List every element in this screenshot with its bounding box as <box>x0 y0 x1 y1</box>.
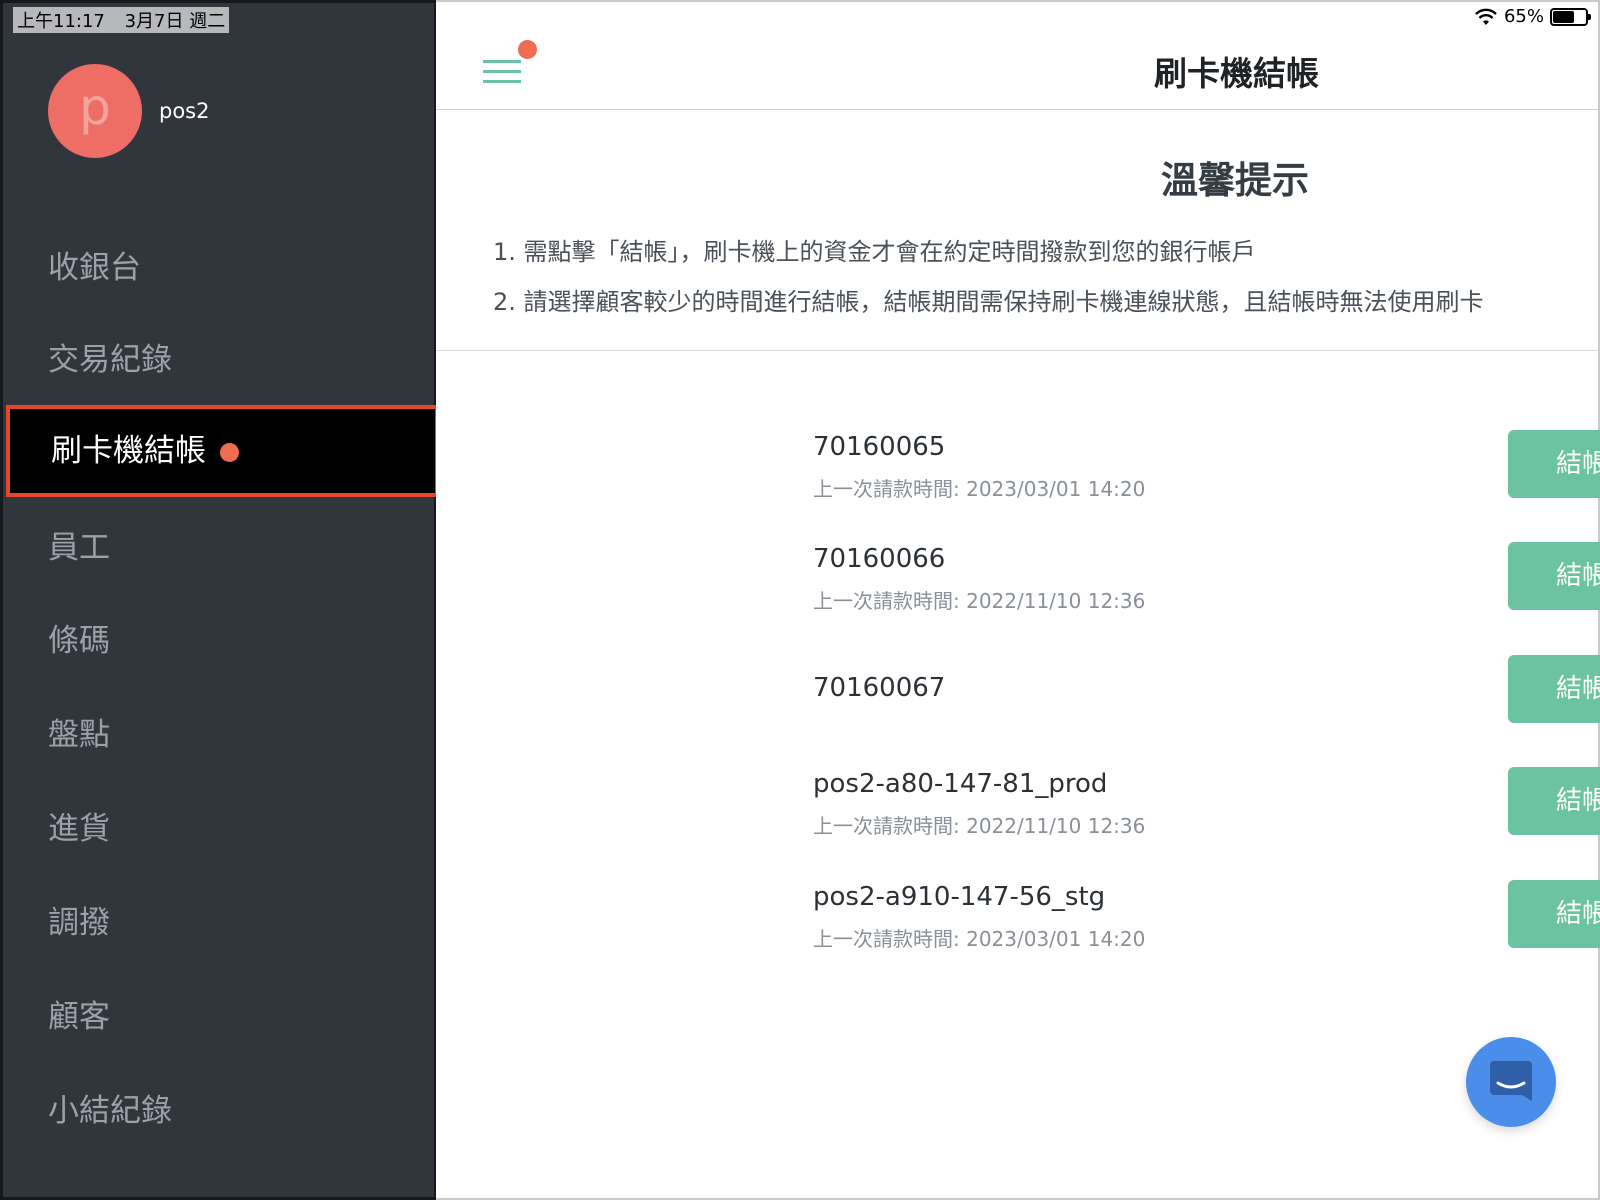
sidebar-item-label: 收銀台 <box>48 250 141 286</box>
device-last-request: 上一次請款時間: 2022/11/10 12:36 <box>813 814 1146 838</box>
notification-dot <box>220 443 239 462</box>
battery-percent: 65% <box>1503 6 1544 27</box>
device-last-request: 上一次請款時間: 2022/11/10 12:36 <box>813 589 1146 613</box>
sidebar-item-label: 進貨 <box>48 811 110 847</box>
sidebar-item-label: 盤點 <box>48 717 110 753</box>
settle-button[interactable]: 結帳 <box>1508 767 1600 835</box>
sidebar-item-inventory[interactable]: 盤點 <box>3 689 434 781</box>
chat-icon <box>1490 1061 1532 1101</box>
tips-title: 溫馨提示 <box>1161 159 1309 202</box>
status-bar-right: 65% <box>1474 6 1591 27</box>
sidebar-item-label: 顧客 <box>48 999 110 1035</box>
device-last-request: 上一次請款時間: 2023/03/01 14:20 <box>813 477 1146 501</box>
header-divider <box>436 109 1598 110</box>
sidebar-item-customers[interactable]: 顧客 <box>3 971 434 1063</box>
sidebar-item-label: 調撥 <box>48 905 110 941</box>
sidebar-item-transactions[interactable]: 交易紀錄 <box>3 314 434 406</box>
sidebar-item-cashier[interactable]: 收銀台 <box>3 222 434 314</box>
sidebar-item-label: 員工 <box>48 530 110 566</box>
status-time: 上午11:17 <box>17 11 105 32</box>
tip-item: 2. 請選擇顧客較少的時間進行結帳，結帳期間需保持刷卡機連線狀態，且結帳時無法使… <box>493 288 1484 316</box>
settle-button[interactable]: 結帳 <box>1508 655 1600 723</box>
main-content: 65% 刷卡機結帳 溫馨提示 1. 需點擊「結帳」，刷卡機上的資金才會在約定時間… <box>436 0 1600 1200</box>
sidebar-item-barcode[interactable]: 條碼 <box>3 595 434 687</box>
device-id: 70160067 <box>813 673 946 703</box>
sidebar-item-staff[interactable]: 員工 <box>3 502 434 594</box>
chat-button[interactable] <box>1466 1037 1556 1127</box>
tip-item: 1. 需點擊「結帳」，刷卡機上的資金才會在約定時間撥款到您的銀行帳戶 <box>493 238 1256 266</box>
avatar[interactable]: p <box>48 64 142 158</box>
device-last-request: 上一次請款時間: 2023/03/01 14:20 <box>813 927 1146 951</box>
sidebar-item-transfer[interactable]: 調撥 <box>3 877 434 969</box>
avatar-letter: p <box>79 78 111 136</box>
tips-divider <box>436 350 1598 351</box>
device-id: 70160065 <box>813 432 946 462</box>
sidebar: 上午11:17 3月7日 週二 p pos2 收銀台 交易紀錄 刷卡機結帳 員工… <box>0 0 439 1200</box>
sidebar-item-label: 交易紀錄 <box>48 342 172 378</box>
wifi-icon <box>1475 8 1497 25</box>
device-id: pos2-a80-147-81_prod <box>813 769 1108 799</box>
device-id: pos2-a910-147-56_stg <box>813 882 1106 912</box>
settle-button[interactable]: 結帳 <box>1508 430 1600 498</box>
sidebar-item-label: 刷卡機結帳 <box>51 433 206 469</box>
sidebar-item-card-settlement[interactable]: 刷卡機結帳 <box>6 405 439 497</box>
settle-button[interactable]: 結帳 <box>1508 880 1600 948</box>
sidebar-item-purchase[interactable]: 進貨 <box>3 783 434 875</box>
status-date: 3月7日 週二 <box>124 11 226 32</box>
battery-icon <box>1550 7 1591 26</box>
username: pos2 <box>159 99 210 123</box>
settle-button[interactable]: 結帳 <box>1508 542 1600 610</box>
status-bar-left: 上午11:17 3月7日 週二 <box>13 7 230 33</box>
sidebar-item-shift-records[interactable]: 小結紀錄 <box>3 1065 434 1157</box>
device-id: 70160066 <box>813 544 946 574</box>
sidebar-item-label: 條碼 <box>48 623 110 659</box>
sidebar-item-label: 小結紀錄 <box>48 1093 172 1129</box>
page-title: 刷卡機結帳 <box>1154 54 1319 93</box>
